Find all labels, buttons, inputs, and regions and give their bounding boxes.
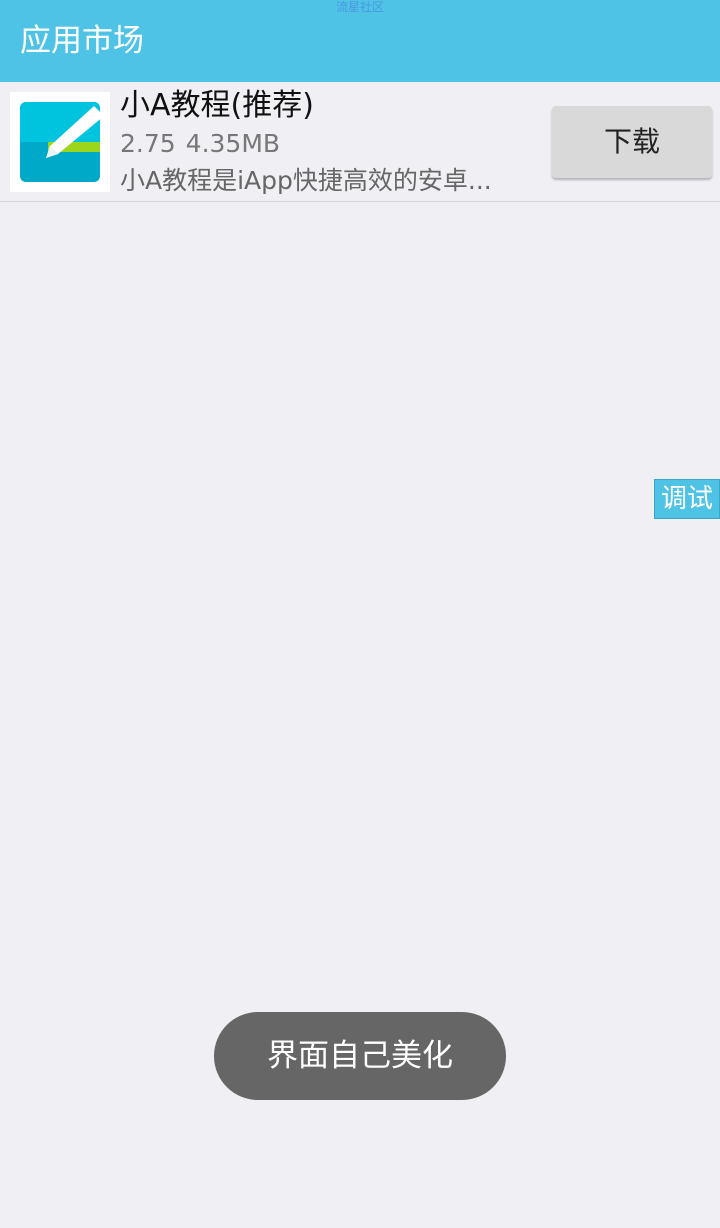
app-version: 2.75 [120, 129, 176, 158]
app-market-screen: 流星社区 应用市场 小A教程(推荐) 2.75 4.35MB 小A教程是iApp快… [0, 0, 720, 1228]
debug-tab[interactable]: 调试 [654, 479, 720, 519]
pencil-app-icon [10, 92, 110, 192]
page-title: 应用市场 [20, 23, 144, 59]
app-description: 小A教程是iApp快捷高效的安卓... [120, 166, 492, 195]
app-meta: 2.75 4.35MB [120, 127, 280, 161]
toast-message: 界面自己美化 [214, 1012, 506, 1100]
app-list-item[interactable]: 小A教程(推荐) 2.75 4.35MB 小A教程是iApp快捷高效的安卓... … [0, 82, 720, 202]
watermark-text: 流星社区 [335, 0, 384, 14]
download-button[interactable]: 下载 [552, 106, 712, 178]
app-size: 4.35MB [185, 129, 281, 158]
app-name: 小A教程(推荐) [120, 88, 314, 123]
